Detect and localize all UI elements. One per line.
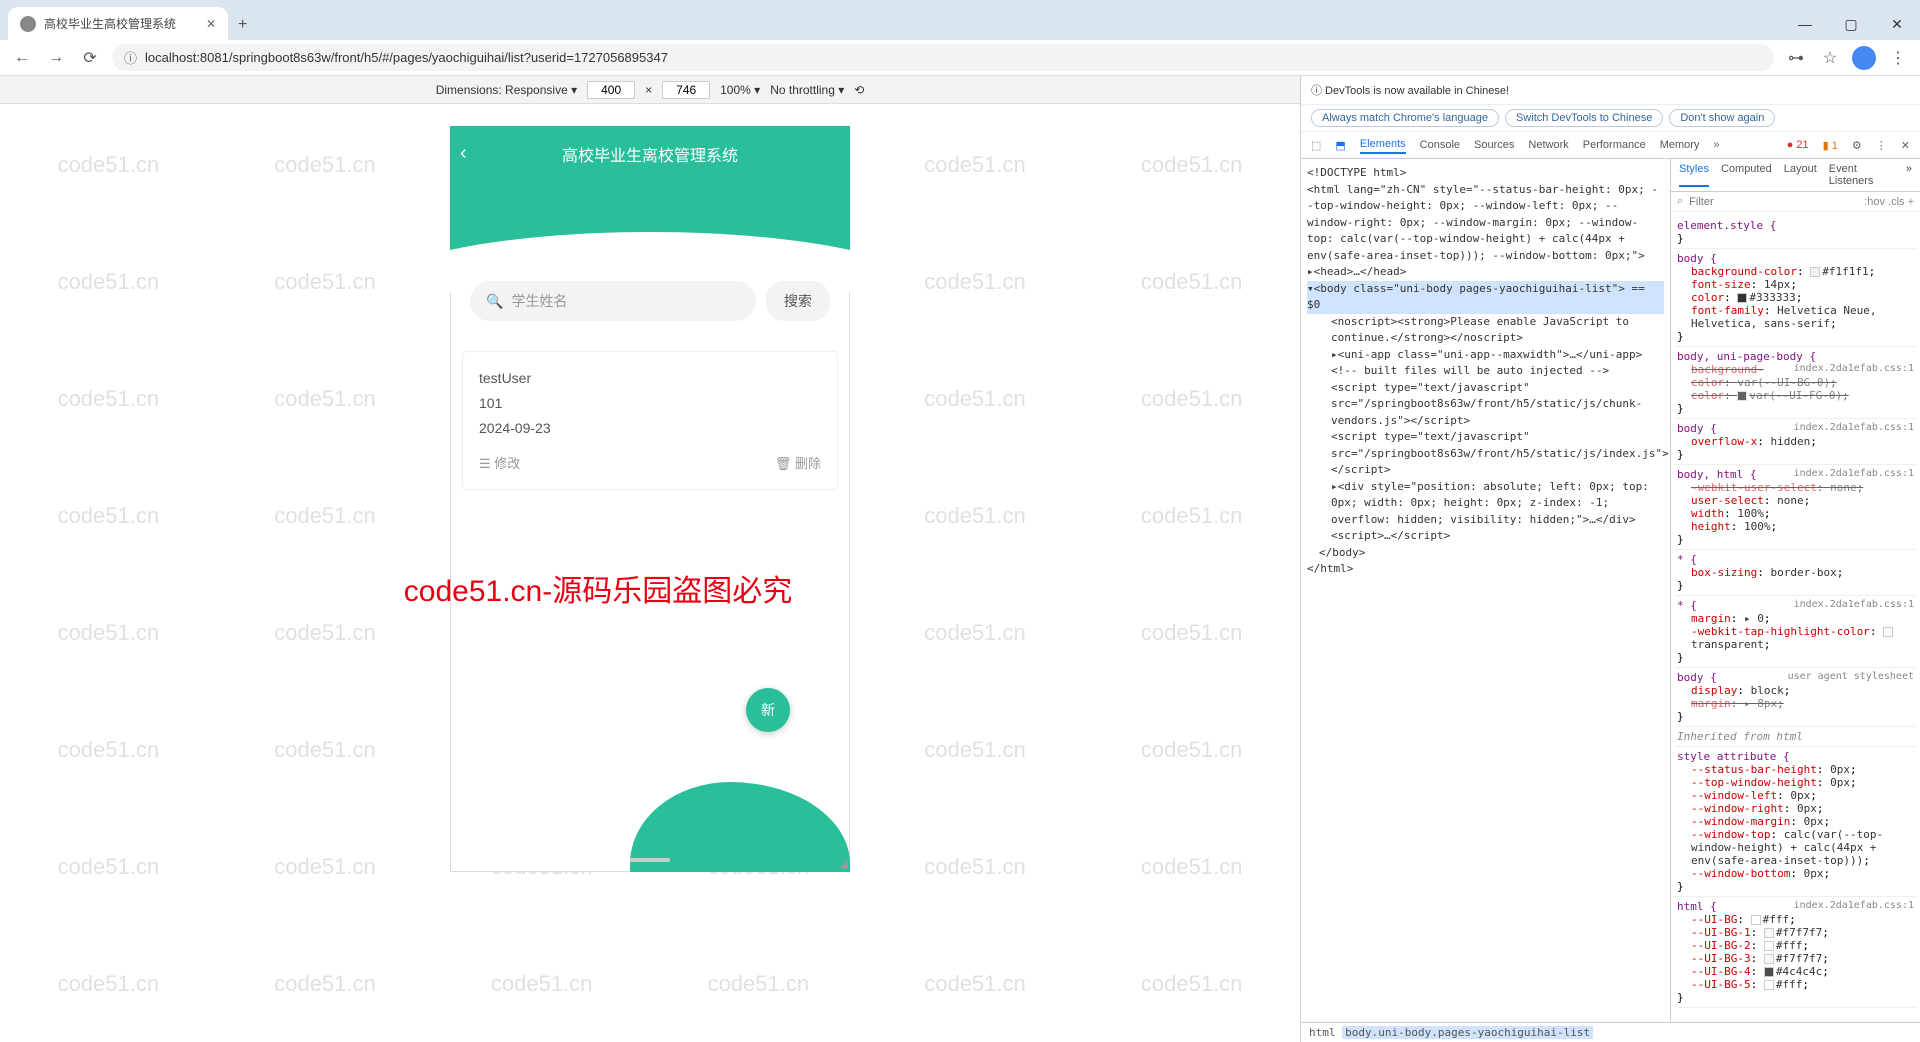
mobile-frame: ‹ 高校毕业生离校管理系统 🔍 学生姓名 搜索 testUser 101 202… [450, 126, 850, 872]
titlebar: 高校毕业生高校管理系统 ✕ + — ▢ ✕ [0, 0, 1920, 40]
devtools-close-icon[interactable]: ✕ [1901, 139, 1910, 152]
content-area: Dimensions: Responsive ▾ × 100% ▾ No thr… [0, 76, 1920, 1042]
search-icon: 🔍 [486, 293, 503, 310]
tab-performance[interactable]: Performance [1583, 137, 1646, 153]
styles-rules[interactable]: element.style {}body {</span>background-… [1671, 212, 1920, 1022]
rotate-icon[interactable]: ⟲ [854, 83, 864, 97]
device-toggle-icon[interactable]: ⬒ [1335, 139, 1345, 152]
tab-title: 高校毕业生高校管理系统 [44, 15, 176, 32]
settings-icon[interactable]: ⚙ [1852, 139, 1862, 152]
profile-avatar[interactable] [1852, 46, 1876, 70]
pill-switch-chinese[interactable]: Switch DevTools to Chinese [1505, 109, 1663, 127]
search-row: 🔍 学生姓名 搜索 [450, 271, 850, 331]
filter-extras[interactable]: :hov .cls + [1864, 196, 1914, 208]
resize-handle-icon[interactable]: ◢ [839, 856, 848, 870]
site-info-icon[interactable]: ⓘ [124, 48, 137, 67]
window-controls: — ▢ ✕ [1782, 8, 1920, 40]
tabs-overflow-icon[interactable]: » [1713, 139, 1719, 151]
tab-event-listeners[interactable]: Event Listeners [1829, 163, 1894, 187]
devtools-panel: ⓘ DevTools is now available in Chinese! … [1300, 76, 1920, 1042]
device-height-input[interactable] [662, 81, 710, 99]
device-width-input[interactable] [587, 81, 635, 99]
password-key-icon[interactable]: ⊶ [1784, 48, 1808, 68]
search-placeholder: 学生姓名 [511, 291, 567, 311]
dimension-separator: × [645, 83, 652, 97]
reload-icon[interactable]: ⟳ [78, 48, 102, 68]
chrome-window: 高校毕业生高校管理系统 ✕ + — ▢ ✕ ← → ⟳ ⓘ localhost:… [0, 0, 1920, 1042]
delete-button[interactable]: 🗑 删除 [775, 452, 821, 475]
error-count[interactable]: ● 21 [1787, 139, 1809, 151]
devtools-banner-actions: Always match Chrome's language Switch De… [1301, 105, 1920, 132]
bookmark-icon[interactable]: ☆ [1818, 48, 1842, 68]
maximize-icon[interactable]: ▢ [1828, 8, 1874, 40]
styles-tabs: Styles Computed Layout Event Listeners » [1671, 159, 1920, 192]
dimensions-dropdown[interactable]: Dimensions: Responsive ▾ [436, 83, 577, 97]
item-name: testUser [479, 366, 821, 391]
styles-filter-input[interactable] [1689, 196, 1858, 208]
browser-toolbar: ← → ⟳ ⓘ localhost:8081/springboot8s63w/f… [0, 40, 1920, 76]
breadcrumb-html[interactable]: html [1309, 1026, 1336, 1039]
devtools-tabs: ⬚ ⬒ Elements Console Sources Network Per… [1301, 132, 1920, 159]
tab-elements[interactable]: Elements [1360, 136, 1406, 154]
tab-layout[interactable]: Layout [1784, 163, 1817, 187]
mobile-footer [450, 752, 850, 872]
minimize-icon[interactable]: — [1782, 8, 1828, 40]
menu-icon[interactable]: ⋮ [1886, 48, 1910, 68]
elements-tree[interactable]: <!DOCTYPE html><html lang="zh-CN" style=… [1301, 159, 1670, 1022]
search-button[interactable]: 搜索 [766, 281, 830, 321]
pill-dont-show[interactable]: Don't show again [1669, 109, 1775, 127]
styles-filter-row: ⌕ :hov .cls + [1671, 192, 1920, 212]
fab-new-button[interactable]: 新 [746, 688, 790, 732]
zoom-dropdown[interactable]: 100% ▾ [720, 83, 760, 97]
mobile-header: ‹ 高校毕业生离校管理系统 [450, 126, 850, 181]
address-bar[interactable]: ⓘ localhost:8081/springboot8s63w/front/h… [112, 44, 1774, 71]
styles-panel: Styles Computed Layout Event Listeners »… [1670, 159, 1920, 1022]
mobile-back-icon[interactable]: ‹ [460, 142, 467, 165]
breadcrumb-body[interactable]: body.uni-body.pages-yaochiguihai-list [1342, 1026, 1593, 1039]
list-item[interactable]: testUser 101 2024-09-23 ☰ 修改 🗑 删除 [462, 351, 838, 490]
item-code: 101 [479, 391, 821, 416]
devtools-banner: ⓘ DevTools is now available in Chinese! [1301, 76, 1920, 105]
pill-always-match[interactable]: Always match Chrome's language [1311, 109, 1499, 127]
tab-styles[interactable]: Styles [1679, 163, 1709, 187]
url-text: localhost:8081/springboot8s63w/front/h5/… [145, 50, 668, 65]
new-tab-button[interactable]: + [228, 10, 257, 40]
device-toolbar: Dimensions: Responsive ▾ × 100% ▾ No thr… [0, 76, 1300, 104]
elements-breadcrumb[interactable]: html body.uni-body.pages-yaochiguihai-li… [1301, 1022, 1920, 1042]
item-date: 2024-09-23 [479, 416, 821, 441]
throttling-dropdown[interactable]: No throttling ▾ [770, 83, 844, 97]
styles-tabs-overflow-icon[interactable]: » [1906, 163, 1912, 187]
back-icon[interactable]: ← [10, 49, 34, 67]
tab-computed[interactable]: Computed [1721, 163, 1772, 187]
item-actions: ☰ 修改 🗑 删除 [479, 452, 821, 475]
inspect-icon[interactable]: ⬚ [1311, 139, 1321, 152]
edit-button[interactable]: ☰ 修改 [479, 452, 520, 475]
tab-network[interactable]: Network [1528, 137, 1568, 153]
browser-tab[interactable]: 高校毕业生高校管理系统 ✕ [8, 7, 228, 40]
filter-icon: ⌕ [1677, 195, 1683, 208]
devtools-menu-icon[interactable]: ⋮ [1876, 139, 1887, 152]
tab-console[interactable]: Console [1420, 137, 1460, 153]
forward-icon[interactable]: → [44, 49, 68, 67]
tab-sources[interactable]: Sources [1474, 137, 1514, 153]
tab-memory[interactable]: Memory [1660, 137, 1700, 153]
close-window-icon[interactable]: ✕ [1874, 8, 1920, 40]
mobile-title: 高校毕业生离校管理系统 [562, 142, 738, 166]
warning-count[interactable]: ▮ 1 [1823, 139, 1838, 152]
drag-handle[interactable] [630, 858, 670, 862]
tab-close-icon[interactable]: ✕ [206, 17, 216, 31]
devtools-body: <!DOCTYPE html><html lang="zh-CN" style=… [1301, 159, 1920, 1022]
favicon [20, 16, 36, 32]
search-input[interactable]: 🔍 学生姓名 [470, 281, 756, 321]
viewport-area: code51.cncode51.cncode51.cncode51.cncode… [0, 76, 1300, 1042]
